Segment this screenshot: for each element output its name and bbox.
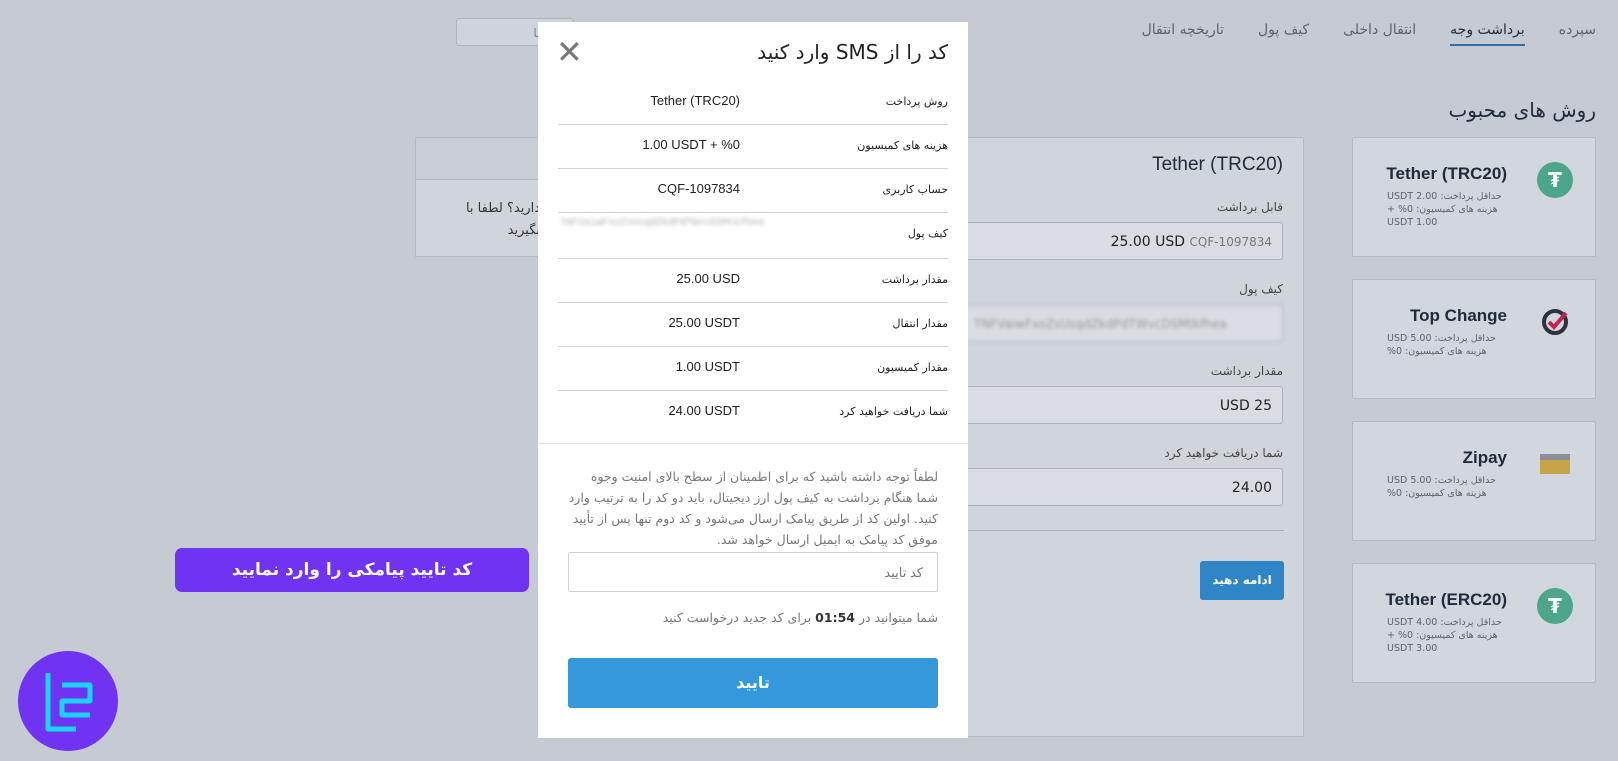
- section-title: روش های محبوب: [1448, 98, 1596, 122]
- divider: [955, 530, 1284, 531]
- summary-row: مقدار انتقال 25.00 USDT: [558, 302, 948, 347]
- side-card: دارید؟ لطفا با بگیرید: [415, 137, 540, 257]
- method-name: Zipay: [1462, 448, 1507, 467]
- tab-deposit[interactable]: سپرده: [1559, 22, 1596, 46]
- method-card-zipay[interactable]: Zipay حداقل پرداخت: 5.00 USD هزینه های کم…: [1352, 421, 1596, 541]
- zipay-icon: [1537, 446, 1573, 482]
- tab-internal-transfer[interactable]: انتقال داخلی: [1343, 22, 1416, 46]
- verification-code-input[interactable]: [568, 552, 938, 592]
- form-title: Tether (TRC20): [1152, 154, 1283, 175]
- receive-field: 24.00: [963, 468, 1283, 506]
- method-details: حداقل پرداخت: 4.00 USDT هزینه های کمیسیون…: [1387, 617, 1502, 654]
- tether-icon: ₮: [1537, 162, 1573, 198]
- wallet-field[interactable]: TNFVaiwFxoZsUsqdZkdPdTWvcDSMtkfhea: [963, 304, 1283, 342]
- sms-modal: کد را از SMS وارد کنید ✕ روش پرداخت Tethe…: [538, 22, 968, 738]
- summary-row: شما دریافت خواهید کرد 24.00 USDT: [668, 403, 948, 418]
- modal-title: کد را از SMS وارد کنید: [757, 40, 948, 64]
- method-details: حداقل پرداخت: 5.00 USD هزینه های کمیسیون:…: [1387, 333, 1496, 357]
- summary-row: کیف پول TNFVaiwFxoZsUsqdZkdPdTWvcDSMtkfhe…: [558, 212, 948, 259]
- security-notice: لطفاً توجه داشته باشید که برای اطمینان ا…: [568, 469, 938, 547]
- method-card-top-change[interactable]: Top Change حداقل پرداخت: 5.00 USD هزینه ه…: [1352, 279, 1596, 399]
- method-details: حداقل پرداخت: 5.00 USD هزینه های کمیسیون:…: [1387, 475, 1496, 499]
- amount-label: مقدار برداشت: [1210, 364, 1283, 378]
- top-nav: سپرده برداشت وجه انتقال داخلی کیف پول تا…: [1142, 22, 1596, 46]
- tab-wallet[interactable]: کیف پول: [1258, 22, 1309, 46]
- tab-withdraw[interactable]: برداشت وجه: [1450, 22, 1525, 46]
- wallet-label: کیف پول: [1239, 282, 1283, 296]
- withdrawable-label: قابل برداشت: [1216, 200, 1283, 214]
- side-card-text: دارید؟ لطفا با بگیرید: [465, 201, 540, 238]
- summary-row: مقدار برداشت 25.00 USD: [558, 258, 948, 303]
- topchange-icon: [1537, 304, 1573, 340]
- close-icon[interactable]: ✕: [556, 36, 583, 68]
- withdrawable-field: 25.00 USD CQF-1097834: [963, 222, 1283, 260]
- resend-timer: شما میتوانید در 01:54 برای کد جدید درخوا…: [662, 610, 938, 625]
- method-card-tether-erc20[interactable]: ₮ Tether (ERC20) حداقل پرداخت: 4.00 USDT…: [1352, 563, 1596, 683]
- summary-row: هزینه های کمیسیون 1.00 USDT + %0: [558, 124, 948, 169]
- method-details: حداقل پرداخت: 2.00 USDT هزینه های کمیسیون…: [1387, 191, 1502, 228]
- confirm-button[interactable]: تایید: [568, 658, 938, 708]
- summary-row: روش پرداخت Tether (TRC20): [558, 80, 948, 125]
- continue-button[interactable]: ادامه دهید: [1200, 561, 1284, 600]
- withdraw-form: Tether (TRC20) قابل برداشت 25.00 USD CQF…: [955, 137, 1304, 737]
- tether-icon: ₮: [1537, 588, 1573, 624]
- method-name: Tether (TRC20): [1386, 164, 1507, 183]
- tab-transfer-history[interactable]: تاریخچه انتقال: [1142, 22, 1224, 46]
- amount-field[interactable]: USD 25: [963, 386, 1283, 424]
- method-name: Top Change: [1410, 306, 1507, 325]
- method-name: Tether (ERC20): [1385, 590, 1507, 609]
- brand-logo: [18, 651, 118, 751]
- modal-divider: [538, 443, 968, 444]
- instruction-banner: کد تایید پیامکی را وارد نمایید: [175, 548, 529, 592]
- method-card-tether-trc20[interactable]: ₮ Tether (TRC20) حداقل پرداخت: 2.00 USDT…: [1352, 137, 1596, 257]
- summary-row: مقدار کمیسیون 1.00 USDT: [558, 346, 948, 391]
- summary-row: حساب کاربری CQF-1097834: [558, 168, 948, 213]
- receive-label: شما دریافت خواهید کرد: [1164, 446, 1283, 460]
